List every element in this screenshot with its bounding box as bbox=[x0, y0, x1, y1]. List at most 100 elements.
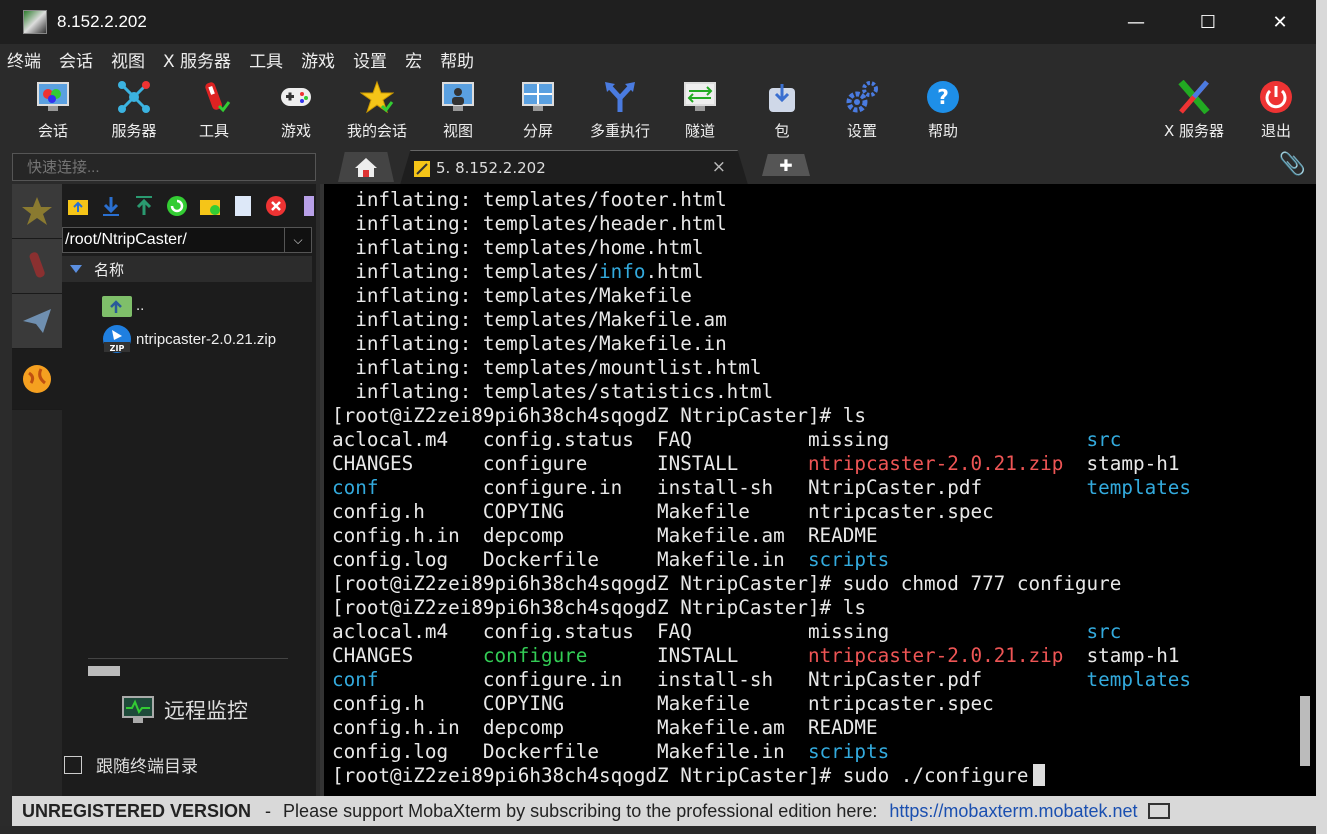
maximize-button[interactable]: ☐ bbox=[1172, 0, 1244, 44]
tab-label: 5. 8.152.2.202 bbox=[436, 159, 546, 177]
terminal-line: inflating: templates/footer.html bbox=[332, 188, 726, 212]
terminal-tab-icon bbox=[414, 161, 430, 177]
toolbar-servers-button[interactable]: 服务器 bbox=[94, 74, 174, 144]
toolbar-settings-button[interactable]: 设置 bbox=[822, 74, 902, 144]
new-folder-icon[interactable] bbox=[198, 194, 222, 218]
new-tab-button[interactable]: ✚ bbox=[762, 154, 810, 176]
toolbar-games-button[interactable]: 游戏 bbox=[256, 74, 336, 144]
xserver-icon bbox=[1177, 80, 1211, 114]
status-dash: - bbox=[265, 800, 272, 821]
file-name: ntripcaster-2.0.21.zip bbox=[136, 330, 277, 348]
session-tab-bar: 5. 8.152.2.202 × ✚ 📎 bbox=[320, 148, 1316, 185]
view-icon bbox=[441, 80, 475, 114]
toolbar-split-button[interactable]: 分屏 bbox=[498, 74, 578, 144]
terminal-area[interactable]: inflating: templates/footer.html inflati… bbox=[320, 184, 1316, 796]
sidebar-tab-sftp[interactable] bbox=[12, 349, 62, 410]
close-tab-icon[interactable]: × bbox=[712, 157, 726, 177]
terminal-text: stamp-h1 bbox=[1063, 644, 1180, 667]
toolbar-tunneling-button[interactable]: 隧道 bbox=[660, 74, 740, 144]
sidebar-tab-tools[interactable] bbox=[12, 239, 62, 294]
menu-tools[interactable]: 工具 bbox=[242, 47, 294, 72]
sidebar-tab-macros[interactable] bbox=[12, 294, 62, 349]
menu-view[interactable]: 视图 bbox=[104, 47, 156, 72]
terminal-text: scripts bbox=[807, 548, 890, 571]
file-list-header[interactable]: 名称 bbox=[62, 256, 312, 282]
terminal-text: configure.in install-sh NtripCaster.pdf bbox=[378, 476, 1087, 499]
path-dropdown-icon[interactable]: ⌵ bbox=[284, 228, 311, 252]
rename-icon[interactable] bbox=[297, 194, 321, 218]
terminal-line: [root@iZ2zei89pi6h38ch4sqogdZ NtripCaste… bbox=[332, 596, 866, 620]
toolbar-view-button[interactable]: 视图 bbox=[418, 74, 498, 144]
upload-icon[interactable] bbox=[132, 194, 156, 218]
sidebar-vertical-tabs bbox=[12, 184, 62, 796]
remote-monitoring-button[interactable]: 远程监控 bbox=[122, 692, 248, 728]
sftp-panel: /root/NtripCaster/ ⌵ 名称 .. ZIP ntripcast… bbox=[62, 184, 316, 796]
close-button[interactable]: ✕ bbox=[1244, 0, 1316, 44]
terminal-text: inflating: templates/Makefile.in bbox=[332, 332, 727, 355]
column-name-label: 名称 bbox=[94, 260, 125, 279]
sessions-star-icon bbox=[360, 80, 394, 114]
menu-games[interactable]: 游戏 bbox=[294, 47, 346, 72]
file-row-zip[interactable]: ZIP ntripcaster-2.0.21.zip bbox=[102, 324, 276, 354]
terminal-text: aclocal.m4 config.status FAQ missing bbox=[332, 620, 1087, 643]
terminal-text: inflating: templates/header.html bbox=[332, 212, 727, 235]
sidebar-tab-sessions[interactable] bbox=[12, 184, 62, 239]
terminal-text: .html bbox=[645, 260, 704, 283]
terminal-text: aclocal.m4 config.status FAQ missing bbox=[332, 428, 1087, 451]
parent-dir-icon[interactable] bbox=[66, 194, 90, 218]
home-tab[interactable] bbox=[338, 152, 394, 182]
follow-terminal-checkbox[interactable] bbox=[64, 755, 82, 774]
tab-session-5[interactable]: 5. 8.152.2.202 × bbox=[400, 150, 748, 185]
menu-macros[interactable]: 宏 bbox=[398, 47, 433, 72]
menu-xserver[interactable]: X 服务器 bbox=[156, 47, 242, 72]
horizontal-scrollbar[interactable] bbox=[88, 666, 120, 676]
split-icon bbox=[521, 80, 555, 114]
screen-icon[interactable] bbox=[1147, 803, 1170, 819]
terminal-text: configure bbox=[482, 644, 588, 667]
zip-file-icon: ZIP bbox=[102, 325, 132, 353]
minimize-button[interactable]: — bbox=[1100, 0, 1172, 44]
menu-bar: 终端 会话 视图 X 服务器 工具 游戏 设置 宏 帮助 bbox=[0, 44, 1316, 74]
terminal-cursor bbox=[1032, 764, 1045, 786]
toolbar-help-button[interactable]: ? 帮助 bbox=[903, 74, 983, 144]
toolbar-packages-button[interactable]: 包 bbox=[742, 74, 822, 144]
toolbar-multiexec-button[interactable]: 多重执行 bbox=[580, 74, 660, 144]
download-icon[interactable] bbox=[99, 194, 123, 218]
terminal-text: inflating: templates/statistics.html bbox=[332, 380, 774, 403]
help-icon: ? bbox=[926, 80, 960, 114]
terminal-text: ntripcaster-2.0.21.zip bbox=[807, 452, 1064, 475]
sftp-path-box[interactable]: /root/NtripCaster/ ⌵ bbox=[62, 227, 312, 253]
sftp-globe-icon bbox=[23, 365, 51, 393]
svg-text:?: ? bbox=[937, 85, 949, 109]
terminal-text: inflating: templates/ bbox=[332, 260, 599, 283]
menu-help[interactable]: 帮助 bbox=[433, 47, 485, 72]
games-icon bbox=[279, 80, 313, 114]
paperclip-icon[interactable]: 📎 bbox=[1279, 152, 1306, 177]
home-icon bbox=[355, 158, 377, 177]
terminal-scrollbar[interactable] bbox=[1300, 696, 1310, 766]
toolbar-my-sessions-button[interactable]: 我的会话 bbox=[337, 74, 417, 144]
file-row-parent[interactable]: .. bbox=[102, 290, 144, 320]
toolbar-tools-button[interactable]: 工具 bbox=[174, 74, 254, 144]
mobatek-link[interactable]: https://mobaxterm.mobatek.net bbox=[889, 801, 1137, 822]
terminal-line: aclocal.m4 config.status FAQ missing src bbox=[332, 428, 1121, 452]
terminal-line: inflating: templates/Makefile.in bbox=[332, 332, 727, 356]
toolbar-session-button[interactable]: 会话 bbox=[13, 74, 93, 144]
refresh-icon[interactable] bbox=[165, 194, 189, 218]
delete-icon[interactable] bbox=[264, 194, 288, 218]
toolbar-exit-button[interactable]: 退出 bbox=[1236, 74, 1316, 144]
status-bar: UNREGISTERED VERSION - Please support Mo… bbox=[12, 796, 1316, 826]
menu-sessions[interactable]: 会话 bbox=[52, 47, 104, 72]
terminal-text: scripts bbox=[807, 740, 890, 763]
follow-terminal-option[interactable]: 跟随终端目录 bbox=[64, 752, 198, 777]
toolbar-xserver-button[interactable]: X 服务器 bbox=[1154, 74, 1234, 144]
terminal-text: conf bbox=[332, 668, 379, 691]
menu-terminal[interactable]: 终端 bbox=[0, 47, 52, 72]
support-message: Please support MobaXterm by subscribing … bbox=[283, 800, 878, 821]
quick-connect-input[interactable] bbox=[13, 154, 319, 180]
new-file-icon[interactable] bbox=[231, 194, 255, 218]
terminal-text: src bbox=[1086, 620, 1122, 643]
parent-folder-icon bbox=[102, 291, 132, 319]
terminal-text: CHANGES configure INSTALL bbox=[332, 452, 808, 475]
menu-settings[interactable]: 设置 bbox=[346, 47, 398, 72]
